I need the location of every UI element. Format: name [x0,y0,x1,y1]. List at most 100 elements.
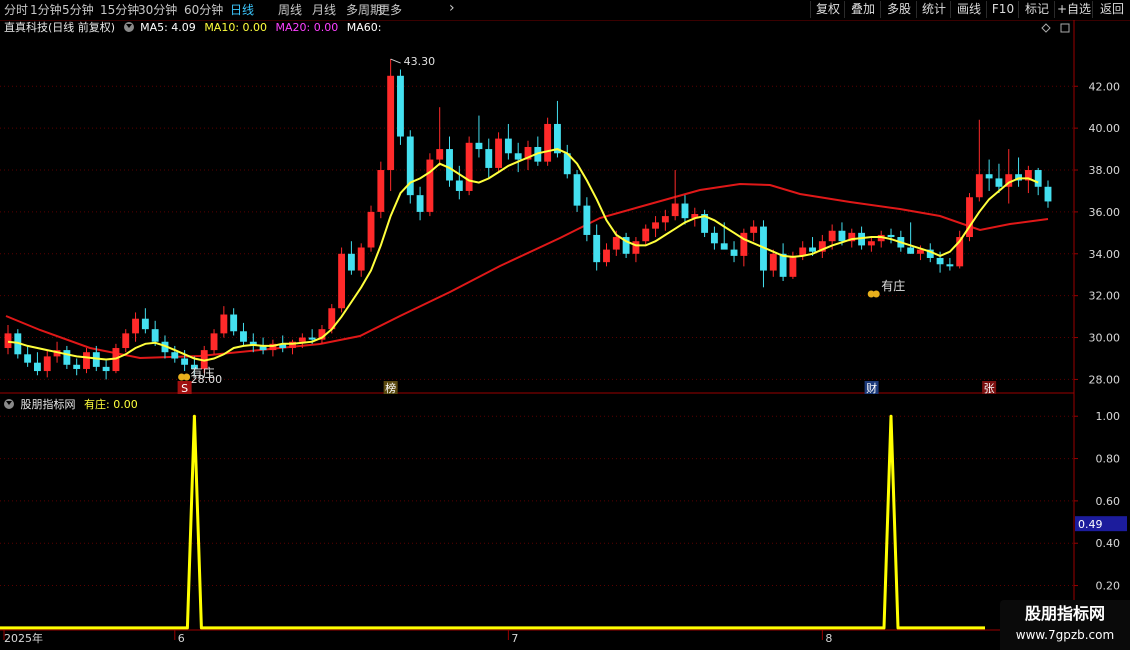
candle-body [799,247,807,256]
candle-body [828,230,836,242]
candle-body [789,255,797,277]
candle-body [926,249,934,258]
settings-dropdown-icon[interactable] [123,22,134,32]
candle-body [406,136,414,196]
ma10-value: MA10: 0.00 [204,21,268,34]
price-tick-label: 38.00 [1089,164,1121,177]
candle-body [269,343,277,351]
candle-body [455,180,463,191]
indicator-tick-label: 1.00 [1096,410,1121,423]
draw-line-button[interactable]: 画线 [950,1,987,18]
candle-body [593,234,601,263]
tab-period-daily[interactable]: 日线 [230,2,254,18]
add-watchlist-button[interactable]: +自选 [1054,1,1093,18]
candle-body [338,253,346,309]
candle-body [534,146,542,162]
mark-button[interactable]: 标记 [1018,1,1055,18]
candle-body [652,222,659,229]
indicator-line [0,414,985,630]
candle-body [691,214,699,219]
candle-body [83,352,90,369]
tab-period-15min[interactable]: 15分钟 [100,2,139,18]
candle-body [985,174,993,179]
candle-body [730,249,738,256]
candle-body [112,348,120,372]
peak-price-label: 43.30 [404,55,436,68]
candle-body [4,333,12,349]
candle-body [210,333,218,351]
candle-body [956,237,964,267]
tab-period-weekly[interactable]: 周线 [278,2,302,18]
indicator-tick-label: 0.60 [1096,495,1121,508]
candle-body [524,146,532,160]
tab-period-fenshi[interactable]: 分时 [4,2,28,18]
diamond-icon[interactable] [1041,23,1051,33]
stock-title[interactable]: 直真科技(日线 前复权) [4,21,115,34]
candle-body [151,329,159,342]
chevron-right-icon[interactable]: › [449,0,455,16]
tab-period-30min[interactable]: 30分钟 [138,2,177,18]
tab-period-multi[interactable]: 多周期 [346,2,382,18]
ma-short-line [7,148,1039,362]
candle-body [563,153,571,175]
candle-body [220,314,228,334]
candle-body [249,341,257,346]
stats-button[interactable]: 统计 [916,1,951,18]
candle-body [465,142,473,191]
expand-icon[interactable] [1060,23,1070,33]
candle-body [24,354,32,363]
fuquan-button[interactable]: 复权 [810,1,845,18]
watermark-badge: 股朋指标网 www.7gpzb.com [1000,600,1130,650]
tab-period-monthly[interactable]: 月线 [312,2,336,18]
ma5-value: MA5: 4.09 [140,21,196,34]
event-zhang-badge [982,381,997,394]
time-tick-label: 6 [178,632,185,645]
indicator-dropdown-icon[interactable] [4,399,14,409]
candle-body [1024,170,1032,181]
overlay-button[interactable]: 叠加 [844,1,881,18]
candle-body [240,331,247,342]
indicator-name[interactable]: 股朋指标网 [21,398,76,411]
candle-body [34,362,41,372]
candle-body [230,314,238,332]
candle-body [308,337,316,340]
candle-body [612,237,620,250]
tab-period-60min[interactable]: 60分钟 [184,2,223,18]
event-s-badge [177,381,192,394]
candle-body [1005,174,1013,187]
ma60-value: MA60: [346,21,382,34]
tab-period-more[interactable]: 更多 [378,2,402,18]
candle-body [867,241,875,246]
candle-body [171,352,179,359]
price-tick-label: 32.00 [1089,290,1121,303]
candle-body [92,352,100,367]
back-button[interactable]: 返回 [1092,1,1130,18]
tab-period-5min[interactable]: 5分钟 [62,2,94,18]
candle-body [426,159,434,212]
tab-period-1min[interactable]: 1分钟 [30,2,62,18]
candle-body [583,205,591,235]
candle-body [848,232,856,242]
event-cai-badge [864,381,879,394]
candle-body [63,350,71,365]
price-tick-label: 42.00 [1089,80,1121,93]
candle-body [642,228,650,242]
candle-body [357,247,365,271]
f10-button[interactable]: F10 [986,1,1019,18]
candle-body [161,341,169,353]
candle-body [720,243,728,250]
candle-body [1015,174,1022,181]
candle-body [141,318,149,330]
period-toolbar: 分时 1分钟 5分钟 15分钟 30分钟 60分钟 日线 周线 月线 多周期 更多 › 复权 叠加 多股 统计… [0,0,1130,21]
butterfly-signal-icon-wing [872,290,880,298]
signal-label: 有庄 [881,278,905,293]
candle-body [298,337,306,342]
candle-body [397,75,404,137]
indicator-tick-label: 0.40 [1096,537,1121,550]
candle-body [14,333,22,355]
candle-body [495,138,502,168]
candle-body [544,123,552,162]
stock-chart[interactable]: 28.00 30.00 32.00 34.00 36.00 38.00 40.00 42.00… [0,0,1130,650]
candle-body [779,253,787,277]
multi-stock-button[interactable]: 多股 [880,1,917,18]
